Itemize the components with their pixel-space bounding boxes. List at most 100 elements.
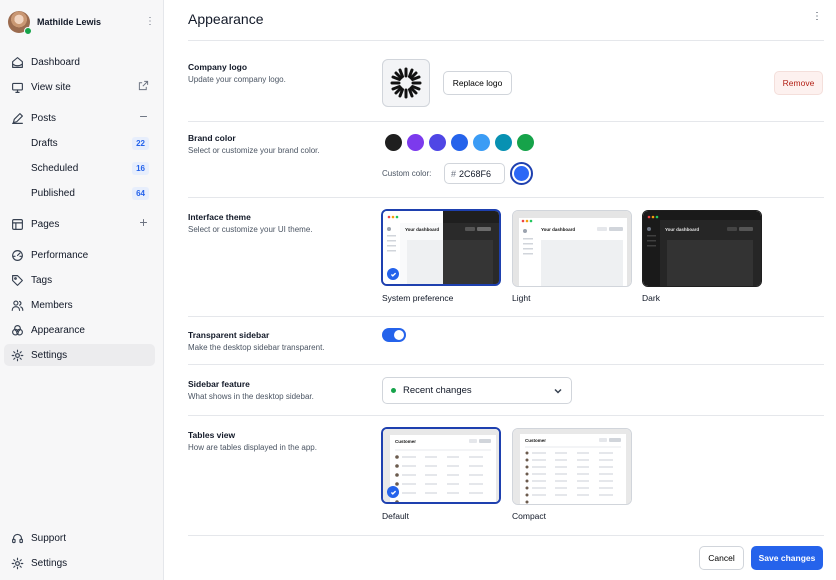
company-logo-label: Company logo Update your company logo.	[188, 62, 368, 84]
gauge-icon	[10, 248, 24, 262]
sidebar: Mathilde Lewis ⋮ Dashboard View site Pos…	[0, 0, 164, 580]
sidebar-item-published[interactable]: Published 64	[4, 182, 155, 204]
sidebar-item-view-site[interactable]: View site	[4, 76, 155, 98]
sidebar-item-label: Published	[31, 187, 75, 199]
system-theme-preview: Your dashboard	[383, 211, 499, 284]
sidebar-item-label: Performance	[31, 249, 89, 261]
color-swatch[interactable]	[385, 134, 402, 151]
sidebar-item-posts[interactable]: Posts	[4, 107, 155, 129]
more-options-icon[interactable]: ⋮	[144, 17, 156, 27]
page-title: Appearance	[188, 11, 264, 27]
color-swatch[interactable]	[517, 134, 534, 151]
table-option-label: Default	[382, 511, 409, 521]
color-swatch[interactable]	[473, 134, 490, 151]
sidebar-item-label: Posts	[31, 112, 57, 124]
cancel-button[interactable]: Cancel	[699, 546, 744, 570]
external-link-icon[interactable]	[137, 80, 149, 94]
color-swatch[interactable]	[495, 134, 512, 151]
section-description: Make the desktop sidebar transparent.	[188, 343, 325, 352]
compact-table-preview: Customer	[513, 429, 631, 504]
more-options-icon[interactable]: ⋮	[812, 11, 822, 22]
interface-theme-label: Interface theme Select or customize your…	[188, 212, 368, 234]
sidebar-item-label: Pages	[31, 218, 60, 230]
sidebar-item-settings-bottom[interactable]: Settings	[4, 552, 155, 574]
section-title: Tables view	[188, 430, 236, 440]
lifebuoy-icon	[10, 531, 24, 545]
sidebar-item-performance[interactable]: Performance	[4, 244, 155, 266]
divider	[188, 364, 824, 365]
sidebar-item-label: Scheduled	[31, 162, 79, 174]
theme-option-label: Light	[512, 293, 531, 303]
custom-color-label: Custom color:	[382, 169, 432, 178]
theme-option-light[interactable]: Your dashboard	[512, 210, 632, 287]
sidebar-item-scheduled[interactable]: Scheduled 16	[4, 157, 155, 179]
selected-check-icon	[387, 268, 399, 280]
profile-menu[interactable]: Mathilde Lewis ⋮	[8, 10, 156, 35]
divider	[188, 121, 824, 122]
divider	[188, 197, 824, 198]
users-icon	[10, 298, 24, 312]
company-logo-preview	[382, 59, 430, 107]
sidebar-item-appearance[interactable]: Appearance	[4, 319, 155, 341]
select-value: Recent changes	[403, 385, 472, 396]
custom-color-input[interactable]: # 2C68F6	[444, 163, 505, 184]
dark-theme-preview: Your dashboard	[643, 211, 761, 286]
theme-option-system[interactable]: Your dashboard	[381, 209, 501, 286]
sidebar-feature-select[interactable]: Recent changes	[382, 377, 572, 404]
brand-color-label: Brand color Select or customize your bra…	[188, 133, 368, 155]
remove-logo-button[interactable]: Remove	[774, 71, 823, 95]
home-icon	[10, 55, 24, 69]
preview-customer-text: Customer	[525, 438, 546, 443]
default-table-preview: Customer	[383, 429, 499, 502]
sidebar-item-tags[interactable]: Tags	[4, 269, 155, 291]
theme-option-dark[interactable]: Your dashboard	[642, 210, 762, 287]
section-description: What shows in the desktop sidebar.	[188, 392, 314, 401]
theme-option-label: System preference	[382, 293, 454, 303]
transparent-sidebar-toggle[interactable]	[382, 328, 406, 342]
section-description: Update your company logo.	[188, 75, 286, 84]
gear-icon	[10, 556, 24, 570]
save-changes-button[interactable]: Save changes	[751, 546, 823, 570]
section-title: Company logo	[188, 62, 248, 72]
theme-option-label: Dark	[642, 293, 660, 303]
count-badge: 22	[132, 136, 149, 150]
sidebar-item-label: Dashboard	[31, 56, 80, 68]
user-name: Mathilde Lewis	[37, 17, 102, 27]
sidebar-item-support[interactable]: Support	[4, 527, 155, 549]
sidebar-item-label: Members	[31, 299, 73, 311]
minus-icon[interactable]	[137, 111, 149, 125]
divider	[188, 535, 824, 536]
sidebar-item-label: Appearance	[31, 324, 85, 336]
color-swatch[interactable]	[407, 134, 424, 151]
selected-check-icon	[387, 486, 399, 498]
sidebar-item-members[interactable]: Members	[4, 294, 155, 316]
layout-icon	[10, 217, 24, 231]
status-dot-icon	[391, 388, 396, 393]
replace-logo-button[interactable]: Replace logo	[443, 71, 512, 95]
sidebar-item-label: Drafts	[31, 137, 58, 149]
sidebar-item-drafts[interactable]: Drafts 22	[4, 132, 155, 154]
transparent-sidebar-label: Transparent sidebar Make the desktop sid…	[188, 330, 368, 352]
color-swatch[interactable]	[429, 134, 446, 151]
section-title: Sidebar feature	[188, 379, 250, 389]
selected-color-swatch[interactable]	[510, 162, 533, 185]
section-title: Interface theme	[188, 212, 251, 222]
divider	[188, 316, 824, 317]
plus-icon[interactable]	[137, 217, 149, 231]
online-status-indicator	[24, 27, 32, 35]
table-option-default[interactable]: Customer	[381, 427, 501, 504]
light-theme-preview: Your dashboard	[513, 211, 631, 286]
sidebar-item-label: Support	[31, 532, 67, 544]
sidebar-item-settings[interactable]: Settings	[4, 344, 155, 366]
gear-icon	[10, 348, 24, 362]
sidebar-item-label: Settings	[31, 349, 68, 361]
sidebar-item-pages[interactable]: Pages	[4, 213, 155, 235]
color-swatch[interactable]	[451, 134, 468, 151]
divider	[188, 40, 824, 41]
table-option-compact[interactable]: Customer	[512, 428, 632, 505]
sidebar-item-dashboard[interactable]: Dashboard	[4, 51, 155, 73]
count-badge: 64	[132, 186, 149, 200]
tables-view-label: Tables view How are tables displayed in …	[188, 430, 368, 452]
preview-dashboard-text: Your dashboard	[405, 227, 439, 232]
sidebar-item-label: Tags	[31, 274, 53, 286]
